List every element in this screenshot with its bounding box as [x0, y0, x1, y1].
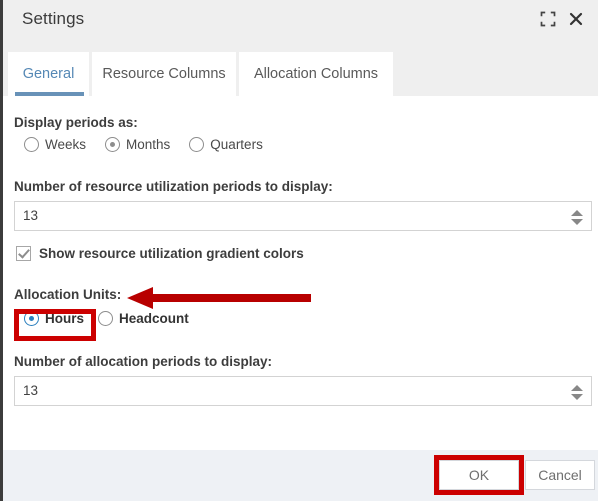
- stepper-down-icon[interactable]: [571, 218, 583, 225]
- resource-periods-input[interactable]: 13: [14, 201, 592, 231]
- radio-option-months[interactable]: Months: [105, 137, 170, 152]
- radio-option-quarters[interactable]: Quarters: [189, 137, 263, 152]
- stepper-down-icon[interactable]: [571, 393, 583, 400]
- allocation-periods-stepper[interactable]: [570, 381, 584, 403]
- display-periods-label: Display periods as:: [14, 115, 138, 130]
- allocation-periods-value: 13: [23, 383, 39, 398]
- tab-resource-columns[interactable]: Resource Columns: [92, 52, 236, 96]
- dialog-title: Settings: [22, 9, 85, 28]
- tab-resource-columns-label: Resource Columns: [102, 66, 226, 82]
- radio-hours-mark[interactable]: [24, 311, 39, 326]
- radio-option-weeks[interactable]: Weeks: [24, 137, 86, 152]
- stepper-up-icon[interactable]: [571, 384, 583, 391]
- window-controls: [540, 11, 584, 27]
- radio-weeks-mark[interactable]: [24, 137, 39, 152]
- ok-button[interactable]: OK: [439, 460, 519, 490]
- tab-general-label: General: [22, 66, 75, 82]
- tab-general[interactable]: General: [8, 52, 89, 96]
- radio-option-hours[interactable]: Hours: [24, 311, 84, 326]
- general-tab-panel: Display periods as: Weeks Months Quarter…: [3, 96, 598, 450]
- close-icon[interactable]: [568, 11, 584, 27]
- settings-dialog: Settings General Resource Columns Alloca…: [0, 0, 598, 501]
- tab-allocation-columns-label: Allocation Columns: [253, 66, 379, 82]
- radio-headcount-mark[interactable]: [98, 311, 114, 326]
- gradient-colors-checkbox[interactable]: [16, 246, 31, 261]
- radio-weeks-label: Weeks: [45, 137, 87, 152]
- allocation-units-radio-group: Hours Headcount: [24, 311, 189, 326]
- expand-icon[interactable]: [540, 11, 556, 27]
- allocation-periods-label: Number of allocation periods to display:: [14, 354, 273, 369]
- display-periods-radio-group: Weeks Months Quarters: [24, 137, 263, 152]
- radio-months-mark[interactable]: [105, 137, 121, 152]
- radio-hours-label: Hours: [45, 311, 85, 326]
- radio-quarters-label: Quarters: [210, 137, 263, 152]
- radio-option-headcount[interactable]: Headcount: [98, 311, 189, 326]
- radio-quarters-mark[interactable]: [189, 137, 205, 152]
- tab-strip: General Resource Columns Allocation Colu…: [3, 48, 598, 96]
- resource-periods-value: 13: [23, 208, 39, 223]
- stepper-up-icon[interactable]: [571, 209, 583, 216]
- allocation-periods-input[interactable]: 13: [14, 376, 592, 406]
- radio-headcount-label: Headcount: [119, 311, 189, 326]
- cancel-button[interactable]: Cancel: [525, 460, 595, 490]
- tab-allocation-columns[interactable]: Allocation Columns: [239, 52, 393, 96]
- gradient-colors-checkbox-row[interactable]: Show resource utilization gradient color…: [16, 246, 304, 261]
- radio-months-label: Months: [126, 137, 171, 152]
- resource-periods-label: Number of resource utilization periods t…: [14, 179, 333, 194]
- allocation-units-label: Allocation Units:: [14, 287, 122, 302]
- gradient-colors-label: Show resource utilization gradient color…: [39, 246, 304, 261]
- dialog-titlebar: Settings: [3, 0, 598, 48]
- resource-periods-stepper[interactable]: [570, 206, 584, 228]
